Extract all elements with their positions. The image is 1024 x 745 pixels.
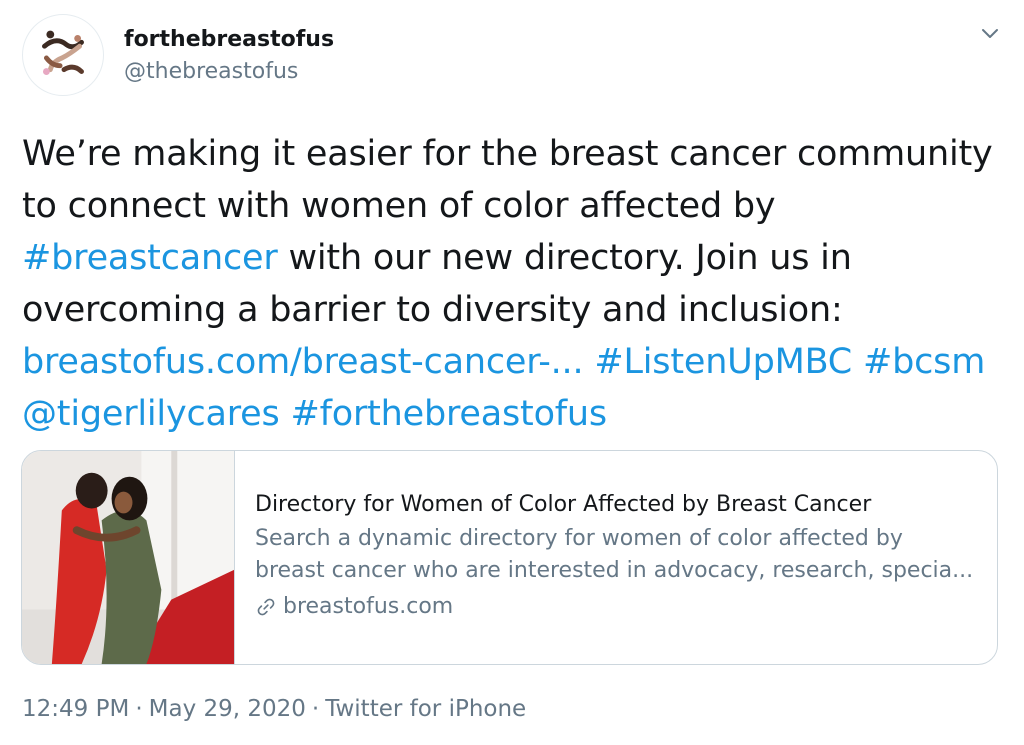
meta-separator: · bbox=[311, 696, 320, 722]
brand-logo bbox=[42, 30, 84, 75]
display-name[interactable]: forthebreastofus bbox=[124, 26, 334, 54]
card-image bbox=[22, 451, 235, 664]
meta-separator: · bbox=[135, 696, 143, 722]
tweet-source[interactable]: Twitter for iPhone bbox=[325, 696, 526, 722]
card-domain-text: breastofus.com bbox=[283, 594, 454, 619]
tweet-date[interactable]: May 29, 2020 bbox=[149, 696, 306, 722]
user-handle[interactable]: @thebreastofus bbox=[124, 58, 298, 86]
card-description: Search a dynamic directory for women of … bbox=[255, 523, 977, 587]
hashtag-link[interactable]: #forthebreastofus bbox=[291, 394, 608, 434]
card-description-line: breast cancer who are interested in advo… bbox=[255, 558, 974, 583]
tweet-line: We’re making it easier for the breast ca… bbox=[22, 134, 993, 174]
link-icon bbox=[257, 598, 275, 616]
card-description-line: Search a dynamic directory for women of … bbox=[255, 526, 903, 551]
link-preview-card[interactable]: Directory for Women of Color Affected by… bbox=[21, 450, 998, 665]
hashtag-link[interactable]: #bcsm bbox=[863, 342, 985, 382]
tweet-line: to connect with women of color affected … bbox=[22, 186, 776, 226]
hashtag-link[interactable]: #ListenUpMBC bbox=[594, 342, 852, 382]
mention-link[interactable]: @tigerlilycares bbox=[22, 394, 280, 434]
tweet-time[interactable]: 12:49 PM bbox=[22, 696, 129, 722]
tweet-text: We’re making it easier for the breast ca… bbox=[22, 128, 1012, 440]
tweet-line: breastofus.com/breast-cancer-... #Listen… bbox=[22, 336, 1012, 388]
tweet-text-segment: with our new directory. Join us in bbox=[277, 238, 852, 278]
avatar[interactable] bbox=[22, 14, 104, 96]
tweet-line: @tigerlilycares #forthebreastofus bbox=[22, 388, 1012, 440]
tweet-line: overcoming a barrier to diversity and in… bbox=[22, 290, 843, 330]
chevron-down-icon[interactable] bbox=[978, 22, 1002, 46]
tweet-meta: 12:49 PM · May 29, 2020 · Twitter for iPhone bbox=[22, 693, 526, 725]
card-domain: breastofus.com bbox=[255, 591, 977, 623]
hashtag-link[interactable]: #breastcancer bbox=[22, 238, 278, 278]
tweet-line: #breastcancer with our new directory. Jo… bbox=[22, 232, 1012, 284]
card-title: Directory for Women of Color Affected by… bbox=[255, 492, 872, 517]
url-link[interactable]: breastofus.com/breast-cancer-... bbox=[22, 342, 584, 382]
